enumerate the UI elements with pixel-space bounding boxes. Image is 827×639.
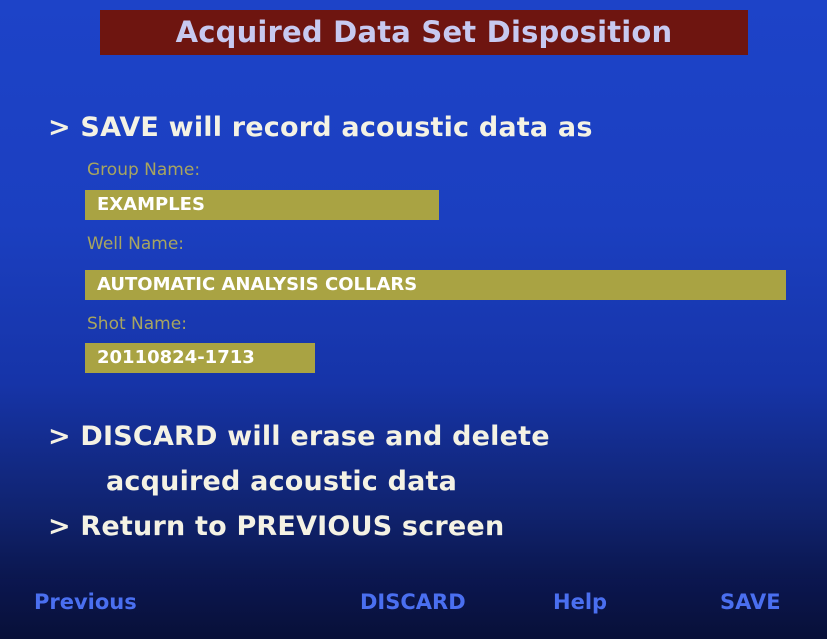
screen-title: Acquired Data Set Disposition bbox=[100, 10, 748, 55]
previous-button[interactable]: Previous bbox=[34, 590, 137, 614]
group-name-label: Group Name: bbox=[87, 160, 201, 180]
discard-description: > DISCARD will erase and delete bbox=[48, 421, 550, 452]
display-screen: Acquired Data Set Disposition > SAVE wil… bbox=[0, 0, 827, 639]
group-name-field[interactable]: EXAMPLES bbox=[85, 190, 439, 220]
save-description: > SAVE will record acoustic data as bbox=[48, 112, 593, 143]
save-button[interactable]: SAVE bbox=[720, 590, 781, 614]
well-name-field[interactable]: AUTOMATIC ANALYSIS COLLARS bbox=[85, 270, 786, 300]
help-button[interactable]: Help bbox=[553, 590, 607, 614]
discard-description-continued: acquired acoustic data bbox=[106, 466, 458, 497]
shot-name-field[interactable]: 20110824-1713 bbox=[85, 343, 315, 373]
return-description: > Return to PREVIOUS screen bbox=[48, 511, 505, 542]
shot-name-label: Shot Name: bbox=[87, 314, 187, 334]
well-name-label: Well Name: bbox=[87, 234, 185, 254]
discard-button[interactable]: DISCARD bbox=[360, 590, 466, 614]
